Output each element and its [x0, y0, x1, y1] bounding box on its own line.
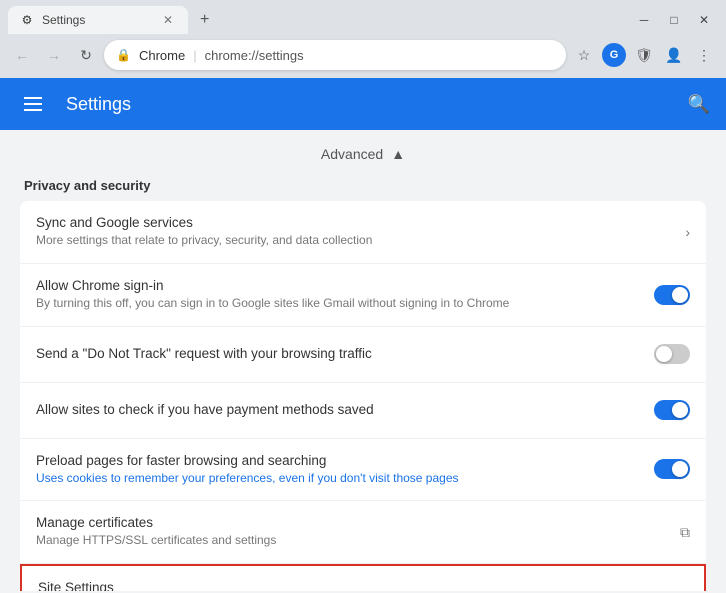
item-desc-preload: Uses cookies to remember your preference… — [36, 470, 654, 487]
browser-tab[interactable]: ⚙ Settings ✕ — [8, 6, 188, 34]
more-menu-icon[interactable]: ⋮ — [690, 41, 718, 69]
toggle-signin[interactable] — [654, 285, 690, 305]
url-separator: | — [193, 48, 196, 63]
privacy-settings-card: Sync and Google services More settings t… — [20, 201, 706, 591]
tab-close-button[interactable]: ✕ — [160, 12, 176, 28]
new-tab-button[interactable]: + — [192, 6, 217, 34]
tab-favicon: ⚙ — [20, 13, 34, 27]
hamburger-menu[interactable] — [16, 89, 50, 119]
forward-button[interactable]: → — [40, 41, 68, 69]
item-title-dnt: Send a "Do Not Track" request with your … — [36, 346, 654, 361]
settings-item-payment[interactable]: Allow sites to check if you have payment… — [20, 383, 706, 439]
window-controls: ─ □ ✕ — [630, 9, 718, 31]
item-title-payment: Allow sites to check if you have payment… — [36, 402, 654, 417]
address-actions: ☆ G 🛡 👤 ⋮ — [570, 41, 718, 69]
settings-item-certificates[interactable]: Manage certificates Manage HTTPS/SSL cer… — [20, 501, 706, 564]
item-desc-signin: By turning this off, you can sign in to … — [36, 295, 654, 312]
profile-icon-g[interactable]: G — [600, 41, 628, 69]
url-path: chrome://settings — [205, 48, 304, 63]
tab-title-text: Settings — [42, 13, 152, 27]
section-title-privacy: Privacy and security — [20, 178, 706, 193]
address-bar-container: ← → ↻ 🔒 Chrome | chrome://settings ☆ G 🛡… — [0, 34, 726, 78]
toggle-preload[interactable] — [654, 459, 690, 479]
chevron-icon-site-settings: › — [683, 589, 688, 591]
refresh-button[interactable]: ↻ — [72, 41, 100, 69]
settings-item-signin[interactable]: Allow Chrome sign-in By turning this off… — [20, 264, 706, 327]
advanced-label: Advanced — [321, 146, 383, 162]
chevron-icon-sync: › — [685, 224, 690, 240]
account-icon[interactable]: 👤 — [660, 41, 688, 69]
item-title-sync: Sync and Google services — [36, 215, 685, 230]
item-title-signin: Allow Chrome sign-in — [36, 278, 654, 293]
url-bar[interactable]: 🔒 Chrome | chrome://settings — [104, 40, 566, 70]
close-window-button[interactable]: ✕ — [690, 9, 718, 31]
search-icon[interactable]: 🔍 — [688, 94, 710, 115]
item-title-preload: Preload pages for faster browsing and se… — [36, 453, 654, 468]
settings-item-preload[interactable]: Preload pages for faster browsing and se… — [20, 439, 706, 502]
settings-item-site-settings[interactable]: Site Settings Control what information w… — [20, 564, 706, 591]
item-desc-sync: More settings that relate to privacy, se… — [36, 232, 685, 249]
url-domain: Chrome — [139, 48, 185, 63]
page-title: Settings — [66, 94, 672, 115]
item-title-certificates: Manage certificates — [36, 515, 680, 530]
maximize-button[interactable]: □ — [660, 9, 688, 31]
main-content: Advanced ▲ Privacy and security Sync and… — [0, 130, 726, 591]
settings-item-sync[interactable]: Sync and Google services More settings t… — [20, 201, 706, 264]
back-button[interactable]: ← — [8, 41, 36, 69]
bookmark-icon[interactable]: ☆ — [570, 41, 598, 69]
advanced-arrow: ▲ — [391, 146, 405, 162]
item-title-site-settings: Site Settings — [38, 580, 683, 591]
app-header: Settings 🔍 — [0, 78, 726, 130]
item-desc-certificates: Manage HTTPS/SSL certificates and settin… — [36, 532, 680, 549]
browser-titlebar: ⚙ Settings ✕ + ─ □ ✕ ← → ↻ 🔒 Chrome | ch… — [0, 0, 726, 78]
toggle-dnt[interactable] — [654, 344, 690, 364]
shield-icon[interactable]: 🛡 — [630, 41, 658, 69]
minimize-button[interactable]: ─ — [630, 9, 658, 31]
toggle-payment[interactable] — [654, 400, 690, 420]
lock-icon: 🔒 — [116, 48, 131, 62]
ext-link-icon-certificates: ⧉ — [680, 524, 690, 541]
settings-item-dnt[interactable]: Send a "Do Not Track" request with your … — [20, 327, 706, 383]
advanced-section-toggle[interactable]: Advanced ▲ — [20, 146, 706, 162]
